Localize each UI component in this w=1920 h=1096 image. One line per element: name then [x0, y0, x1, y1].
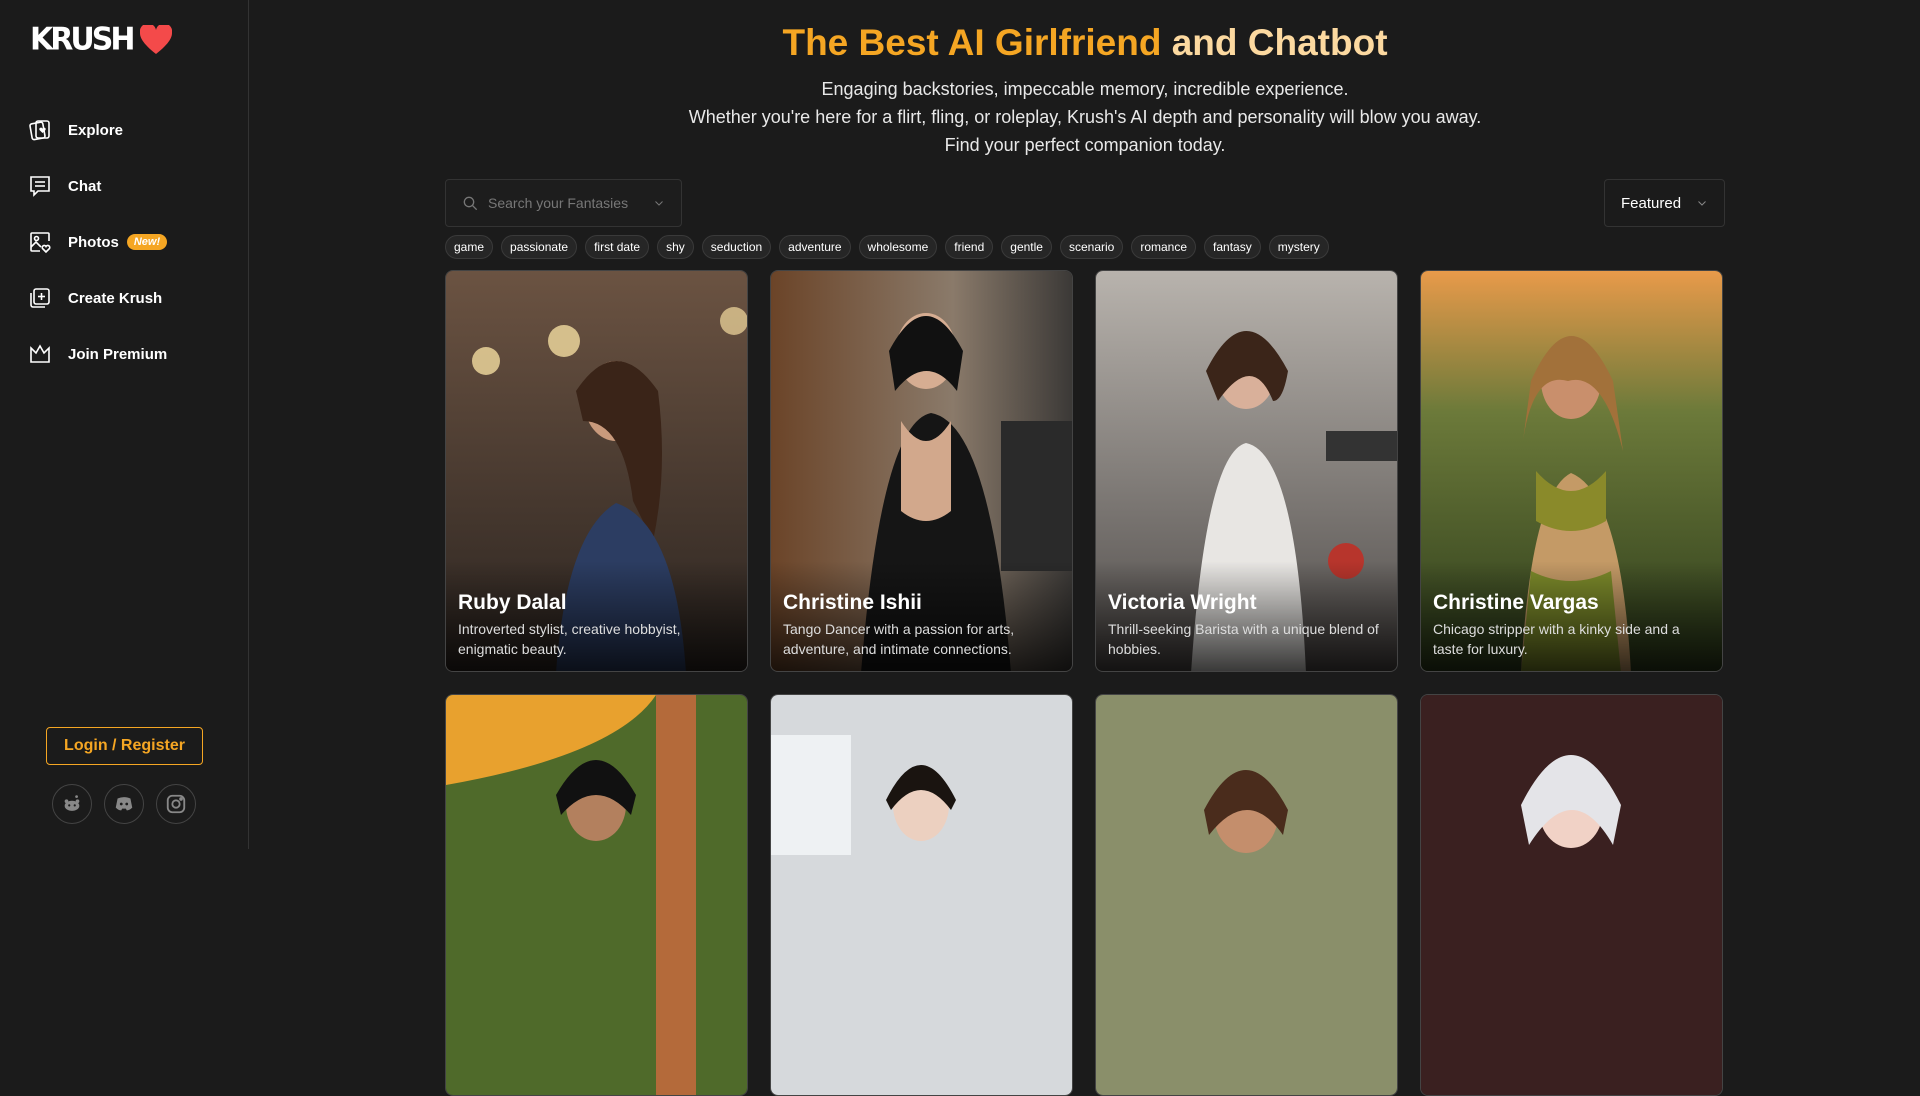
- reddit-link[interactable]: [52, 784, 92, 824]
- character-card[interactable]: Christine Vargas Chicago stripper with a…: [1420, 270, 1723, 672]
- character-card[interactable]: Victoria Wright Thrill-seeking Barista w…: [1095, 270, 1398, 672]
- main-content: The Best AI Girlfriend and Chatbot Engag…: [250, 0, 1920, 1096]
- subtitle-line: Engaging backstories, impeccable memory,…: [821, 79, 1349, 99]
- sidebar-nav: Explore Chat Photos New! Create Krush Jo…: [28, 102, 167, 382]
- sidebar-item-label: Join Premium: [68, 345, 168, 363]
- tag-chip[interactable]: shy: [657, 235, 694, 259]
- instagram-link[interactable]: [156, 784, 196, 824]
- title-rest: and Chatbot: [1161, 22, 1388, 63]
- instagram-icon: [166, 794, 186, 814]
- cards-heart-icon: [29, 120, 50, 141]
- character-name: Victoria Wright: [1108, 591, 1257, 614]
- character-name: Christine Vargas: [1433, 591, 1599, 614]
- subtitle-line: Find your perfect companion today.: [944, 135, 1226, 155]
- sidebar-item-chat[interactable]: Chat: [28, 158, 167, 214]
- character-card[interactable]: [445, 694, 748, 1096]
- character-card[interactable]: [1095, 694, 1398, 1096]
- sidebar: KRUSH Explore Chat Photos New! Create Kr…: [0, 0, 249, 849]
- social-links: [52, 784, 196, 824]
- sidebar-item-create-krush[interactable]: Create Krush: [28, 270, 167, 326]
- tag-chip[interactable]: gentle: [1001, 235, 1052, 259]
- tag-chip[interactable]: seduction: [701, 235, 772, 259]
- heart-icon: [140, 24, 173, 54]
- reddit-icon: [64, 795, 80, 811]
- tag-chip[interactable]: romance: [1131, 235, 1197, 259]
- sidebar-item-label: Chat: [68, 177, 102, 195]
- sidebar-item-label: Create Krush: [68, 289, 163, 307]
- search-input[interactable]: Search your Fantasies: [445, 179, 682, 227]
- character-card[interactable]: [1420, 694, 1723, 1096]
- discord-icon: [115, 797, 133, 811]
- character-image: [771, 695, 1072, 1095]
- tag-chip[interactable]: scenario: [1059, 235, 1124, 259]
- character-card[interactable]: [770, 694, 1073, 1096]
- tag-chip[interactable]: friend: [945, 235, 994, 259]
- photo-heart-icon: [30, 232, 51, 254]
- login-register-button[interactable]: Login / Register: [46, 727, 203, 765]
- character-image: [1096, 695, 1397, 1095]
- page-title: The Best AI Girlfriend and Chatbot: [250, 22, 1920, 64]
- discord-link[interactable]: [104, 784, 144, 824]
- tag-filter-list: game passionate first date shy seduction…: [445, 235, 1329, 259]
- crown-icon: [30, 344, 50, 363]
- character-image: [446, 695, 747, 1095]
- sort-selected-value: Featured: [1621, 194, 1682, 212]
- character-grid: Ruby Dalal Introverted stylist, creative…: [445, 270, 1723, 1096]
- sidebar-item-label: Explore: [68, 121, 124, 139]
- sidebar-item-explore[interactable]: Explore: [28, 102, 167, 158]
- logo[interactable]: KRUSH: [30, 21, 173, 58]
- search-icon: [463, 196, 478, 211]
- character-description: Tango Dancer with a passion for arts, ad…: [783, 621, 1015, 657]
- sidebar-item-photos[interactable]: Photos New!: [28, 214, 168, 270]
- tag-chip[interactable]: adventure: [779, 235, 851, 259]
- character-name: Christine Ishii: [783, 591, 922, 614]
- character-description: Introverted stylist, creative hobbyist, …: [458, 621, 681, 657]
- chat-bubble-icon: [30, 176, 50, 197]
- search-placeholder: Search your Fantasies: [488, 195, 629, 211]
- chevron-down-icon: [1698, 201, 1706, 206]
- tag-chip[interactable]: mystery: [1268, 235, 1329, 259]
- new-badge: New!: [126, 234, 168, 250]
- page-subtitle: Engaging backstories, impeccable memory,…: [250, 75, 1920, 159]
- sort-select[interactable]: Featured: [1604, 179, 1725, 227]
- logo-text: KRUSH: [30, 21, 135, 58]
- character-card[interactable]: Ruby Dalal Introverted stylist, creative…: [445, 270, 748, 672]
- tag-chip[interactable]: game: [445, 235, 494, 259]
- character-card[interactable]: Christine Ishii Tango Dancer with a pass…: [770, 270, 1073, 672]
- character-name: Ruby Dalal: [458, 591, 567, 614]
- title-highlight: The Best AI Girlfriend: [782, 22, 1162, 63]
- tag-chip[interactable]: passionate: [501, 235, 578, 259]
- sidebar-item-join-premium[interactable]: Join Premium: [28, 326, 167, 382]
- chevron-down-icon: [655, 201, 663, 206]
- subtitle-line: Whether you're here for a flirt, fling, …: [688, 107, 1482, 127]
- tag-chip[interactable]: fantasy: [1204, 235, 1261, 259]
- character-description: Chicago stripper with a kinky side and a…: [1433, 621, 1680, 657]
- character-description: Thrill-seeking Barista with a unique ble…: [1108, 621, 1379, 657]
- sidebar-item-label: Photos: [68, 233, 119, 251]
- tag-chip[interactable]: first date: [585, 235, 650, 259]
- character-image: [1421, 695, 1722, 1095]
- add-square-icon: [30, 288, 50, 308]
- tag-chip[interactable]: wholesome: [858, 235, 938, 259]
